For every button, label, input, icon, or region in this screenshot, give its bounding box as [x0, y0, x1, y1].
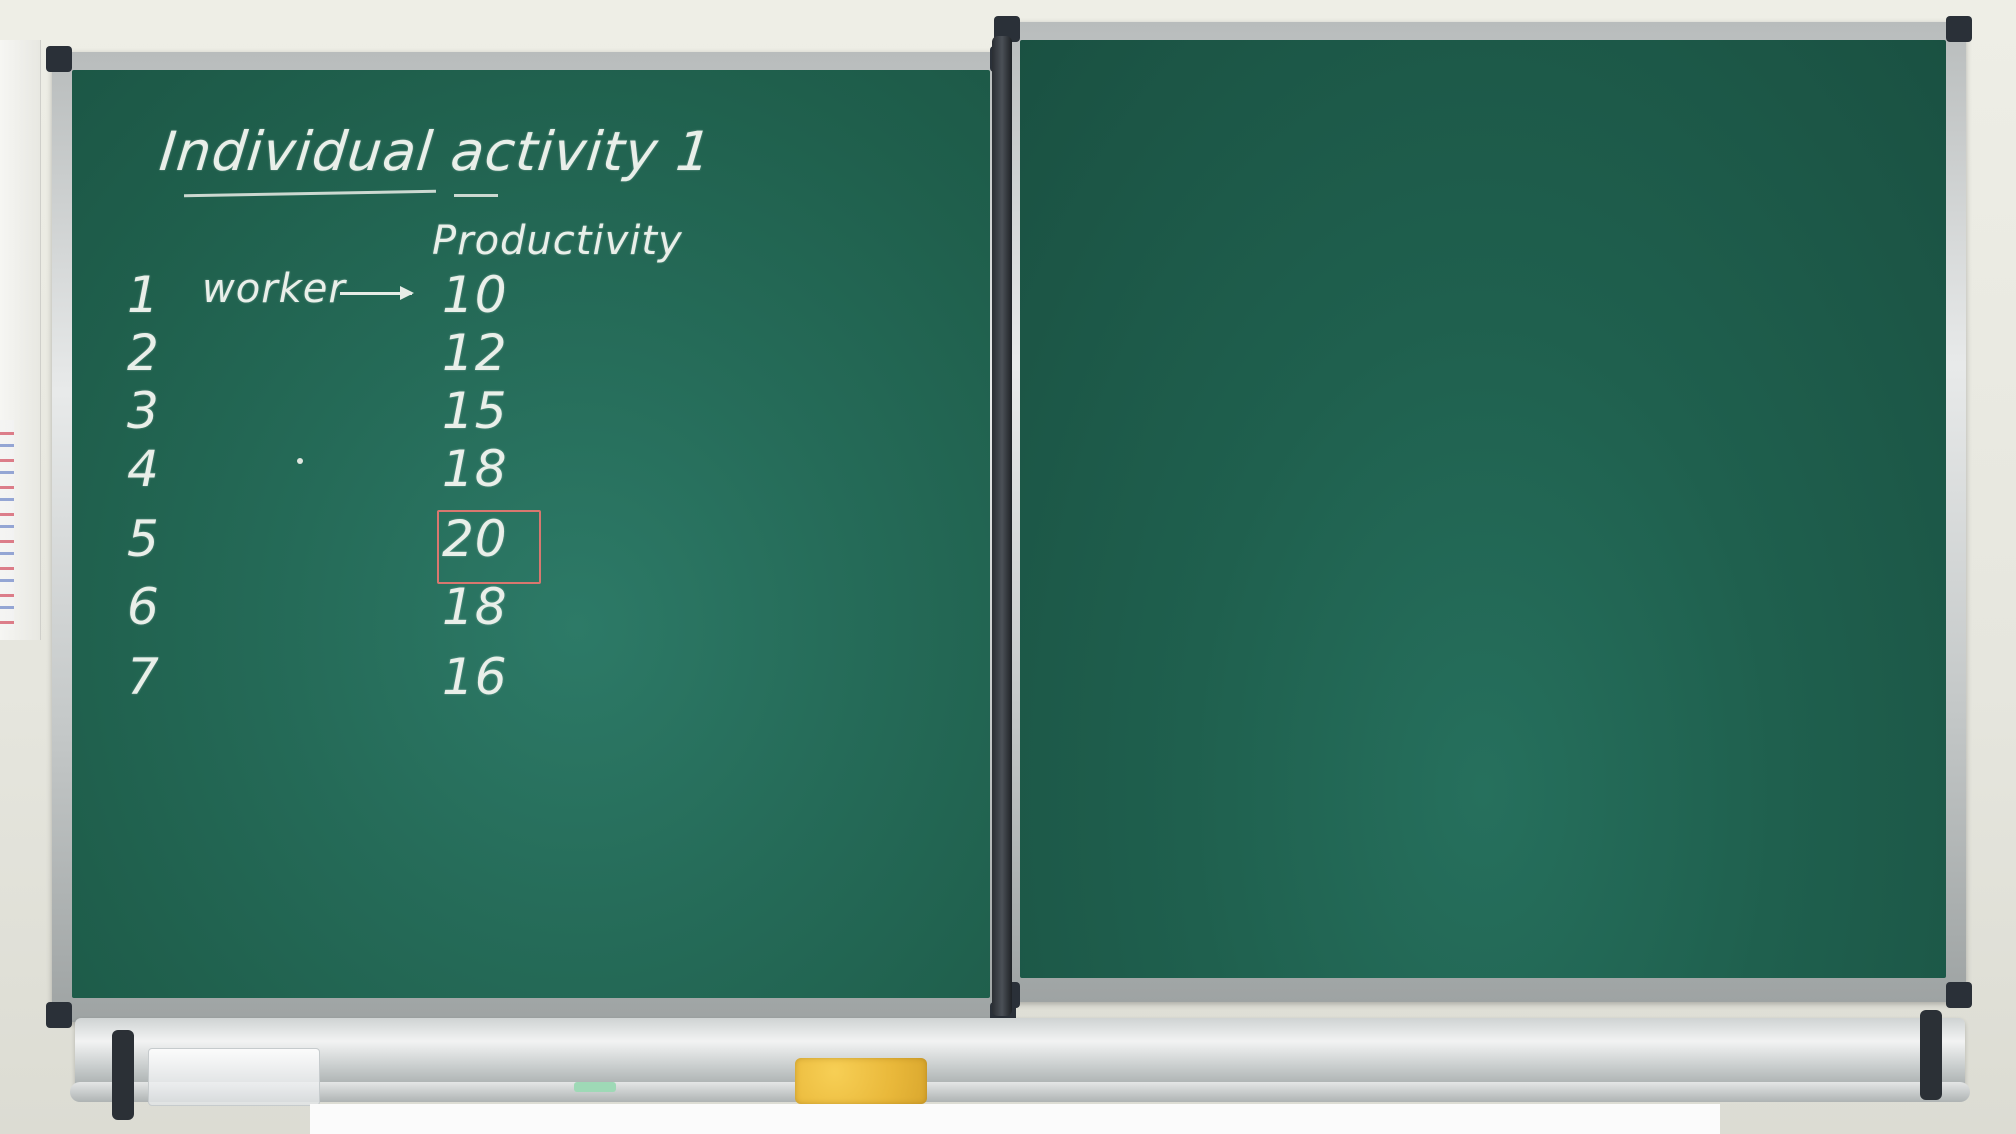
board-hinge — [992, 36, 1012, 1016]
row-value: 12 — [442, 324, 508, 382]
chalkboard-right — [994, 16, 1972, 1008]
chalkboard-left-surface: Individual activity 1 Productivity worke… — [72, 70, 990, 998]
chalkboard-right-surface — [1020, 40, 1946, 978]
chalk-tray-lip — [70, 1082, 1970, 1102]
row-number: 6 — [127, 578, 160, 636]
row-number: 3 — [127, 382, 160, 440]
row-value: 18 — [442, 578, 508, 636]
tray-bracket — [112, 1030, 134, 1120]
frame-corner — [46, 46, 72, 72]
row-number: 7 — [127, 648, 160, 706]
paper-sheet — [310, 1104, 1720, 1134]
title-underline-short — [454, 194, 498, 197]
arrow-icon — [340, 286, 414, 300]
row-value: 10 — [442, 266, 508, 324]
row-value: 15 — [442, 382, 508, 440]
chalk-stick[interactable] — [574, 1082, 616, 1092]
row-number: 1 — [127, 266, 160, 324]
row-value: 18 — [442, 440, 508, 498]
chalkboard-left: Individual activity 1 Productivity worke… — [46, 46, 1016, 1028]
worker-label: worker — [202, 266, 346, 312]
plastic-box[interactable] — [148, 1048, 320, 1106]
row-number: 5 — [127, 510, 160, 568]
frame-corner — [46, 1002, 72, 1028]
highlight-box — [437, 510, 541, 584]
sponge-eraser[interactable] — [795, 1058, 927, 1104]
frame-corner — [1946, 16, 1972, 42]
row-number: 2 — [127, 324, 160, 382]
chalk-mark — [297, 458, 303, 464]
row-number: 4 — [127, 440, 160, 498]
wall-calendar — [0, 420, 14, 630]
title-underline — [183, 189, 437, 198]
tray-bracket — [1920, 1010, 1942, 1100]
row-value: 16 — [442, 648, 508, 706]
board-title: Individual activity 1 — [156, 120, 716, 183]
frame-corner — [1946, 982, 1972, 1008]
productivity-header: Productivity — [432, 218, 683, 264]
